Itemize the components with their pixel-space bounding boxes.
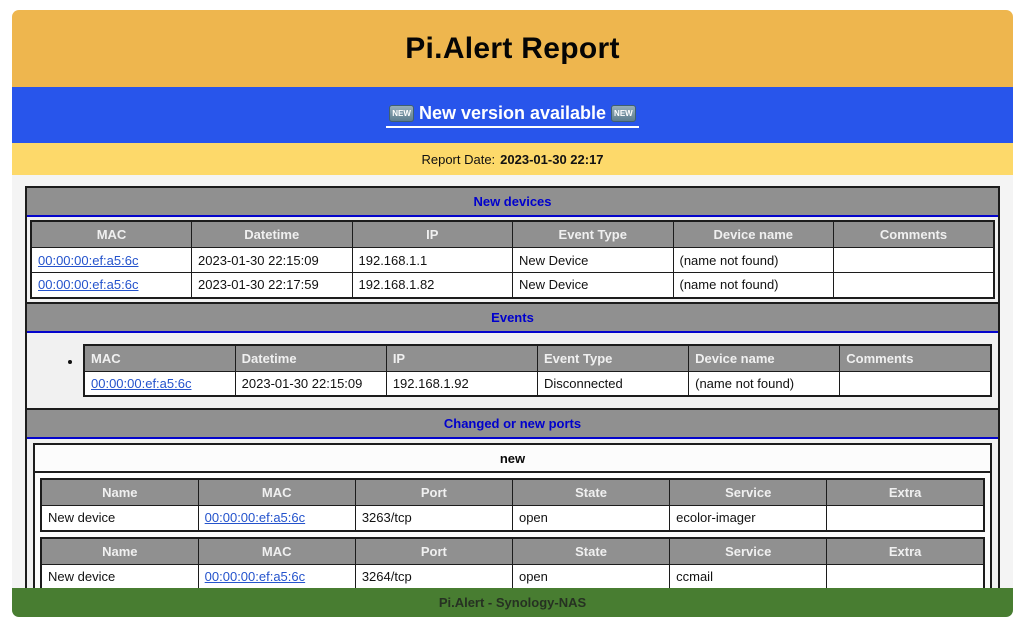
cell-mac: 00:00:00:ef:a5:6c xyxy=(84,371,235,396)
table-row: New device 00:00:00:ef:a5:6c 3263/tcp op… xyxy=(41,506,984,531)
events-table: MAC Datetime IP Event Type Device name C… xyxy=(83,344,992,398)
column-header-datetime: Datetime xyxy=(192,221,353,248)
column-header-comments: Comments xyxy=(840,345,991,372)
cell-device-name: (name not found) xyxy=(673,273,834,298)
cell-port: 3264/tcp xyxy=(355,564,512,588)
ports-table: Name MAC Port State Service Extra New de… xyxy=(40,537,985,589)
new-version-link[interactable]: NEW New version available NEW xyxy=(386,103,638,128)
ports-group-box: new Name MAC Port State Service Extra xyxy=(33,443,992,588)
table-row: New device 00:00:00:ef:a5:6c 3264/tcp op… xyxy=(41,564,984,588)
cell-datetime: 2023-01-30 22:15:09 xyxy=(235,371,386,396)
column-header-mac: MAC xyxy=(198,538,355,565)
table-header-row: MAC Datetime IP Event Type Device name C… xyxy=(84,345,991,372)
cell-extra xyxy=(827,564,984,588)
column-header-extra: Extra xyxy=(827,538,984,565)
report-header: Pi.Alert Report xyxy=(12,10,1013,87)
new-version-link-label: New version available xyxy=(419,103,606,124)
section-title-events: Events xyxy=(491,310,534,325)
ports-body: new Name MAC Port State Service Extra xyxy=(27,439,998,588)
cell-event-type: Disconnected xyxy=(537,371,688,396)
section-header-events: Events xyxy=(27,302,998,333)
section-title-ports: Changed or new ports xyxy=(444,416,581,431)
column-header-name: Name xyxy=(41,479,198,506)
list-item: MAC Datetime IP Event Type Device name C… xyxy=(83,344,996,398)
new-devices-table: MAC Datetime IP Event Type Device name C… xyxy=(30,220,995,299)
cell-mac: 00:00:00:ef:a5:6c xyxy=(31,248,192,273)
table-header-row: MAC Datetime IP Event Type Device name C… xyxy=(31,221,994,248)
cell-state: open xyxy=(512,506,669,531)
table-header-row: Name MAC Port State Service Extra xyxy=(41,538,984,565)
table-row: 00:00:00:ef:a5:6c 2023-01-30 22:15:09 19… xyxy=(31,248,994,273)
cell-port: 3263/tcp xyxy=(355,506,512,531)
cell-name: New device xyxy=(41,564,198,588)
column-header-datetime: Datetime xyxy=(235,345,386,372)
section-header-ports: Changed or new ports xyxy=(27,408,998,439)
cell-ip: 192.168.1.1 xyxy=(352,248,513,273)
cell-device-name: (name not found) xyxy=(673,248,834,273)
column-header-extra: Extra xyxy=(827,479,984,506)
mac-link[interactable]: 00:00:00:ef:a5:6c xyxy=(91,376,191,391)
update-banner: NEW New version available NEW xyxy=(12,87,1013,143)
events-list: MAC Datetime IP Event Type Device name C… xyxy=(27,344,996,398)
cell-comments xyxy=(834,248,995,273)
ports-group-label: new xyxy=(35,445,990,473)
report-date-label: Report Date: xyxy=(421,152,495,167)
report-date-value: 2023-01-30 22:17 xyxy=(500,152,603,167)
mac-link[interactable]: 00:00:00:ef:a5:6c xyxy=(38,277,138,292)
report-body: New devices MAC Datetime IP Event Type D… xyxy=(12,175,1013,588)
cell-service: ecolor-imager xyxy=(670,506,827,531)
column-header-mac: MAC xyxy=(84,345,235,372)
cell-state: open xyxy=(512,564,669,588)
section-header-new-devices: New devices xyxy=(27,188,998,217)
cell-ip: 192.168.1.82 xyxy=(352,273,513,298)
column-header-event-type: Event Type xyxy=(537,345,688,372)
sections-container: New devices MAC Datetime IP Event Type D… xyxy=(25,186,1000,588)
section-title-new-devices: New devices xyxy=(473,194,551,209)
column-header-state: State xyxy=(512,538,669,565)
cell-comments xyxy=(834,273,995,298)
column-header-service: Service xyxy=(670,479,827,506)
column-header-name: Name xyxy=(41,538,198,565)
cell-event-type: New Device xyxy=(513,273,674,298)
cell-name: New device xyxy=(41,506,198,531)
column-header-comments: Comments xyxy=(834,221,995,248)
mac-link[interactable]: 00:00:00:ef:a5:6c xyxy=(205,510,305,525)
column-header-ip: IP xyxy=(386,345,537,372)
column-header-state: State xyxy=(512,479,669,506)
cell-mac: 00:00:00:ef:a5:6c xyxy=(31,273,192,298)
table-row: 00:00:00:ef:a5:6c 2023-01-30 22:15:09 19… xyxy=(84,371,991,396)
report-footer: Pi.Alert - Synology-NAS xyxy=(12,588,1013,617)
ports-table: Name MAC Port State Service Extra New de… xyxy=(40,478,985,532)
report-date-bar: Report Date: 2023-01-30 22:17 xyxy=(12,143,1013,175)
cell-mac: 00:00:00:ef:a5:6c xyxy=(198,506,355,531)
cell-datetime: 2023-01-30 22:15:09 xyxy=(192,248,353,273)
report-card: Pi.Alert Report NEW New version availabl… xyxy=(12,10,1013,617)
column-header-device-name: Device name xyxy=(673,221,834,248)
column-header-device-name: Device name xyxy=(689,345,840,372)
column-header-service: Service xyxy=(670,538,827,565)
column-header-port: Port xyxy=(355,538,512,565)
cell-event-type: New Device xyxy=(513,248,674,273)
new-badge-icon: NEW xyxy=(389,105,414,122)
column-header-event-type: Event Type xyxy=(513,221,674,248)
mac-link[interactable]: 00:00:00:ef:a5:6c xyxy=(205,569,305,584)
column-header-port: Port xyxy=(355,479,512,506)
events-body: MAC Datetime IP Event Type Device name C… xyxy=(27,333,998,409)
footer-text: Pi.Alert - Synology-NAS xyxy=(439,595,586,610)
cell-device-name: (name not found) xyxy=(689,371,840,396)
new-badge-icon: NEW xyxy=(611,105,636,122)
column-header-mac: MAC xyxy=(198,479,355,506)
cell-ip: 192.168.1.92 xyxy=(386,371,537,396)
cell-datetime: 2023-01-30 22:17:59 xyxy=(192,273,353,298)
table-row: 00:00:00:ef:a5:6c 2023-01-30 22:17:59 19… xyxy=(31,273,994,298)
cell-service: ccmail xyxy=(670,564,827,588)
column-header-mac: MAC xyxy=(31,221,192,248)
table-header-row: Name MAC Port State Service Extra xyxy=(41,479,984,506)
cell-mac: 00:00:00:ef:a5:6c xyxy=(198,564,355,588)
column-header-ip: IP xyxy=(352,221,513,248)
mac-link[interactable]: 00:00:00:ef:a5:6c xyxy=(38,253,138,268)
cell-comments xyxy=(840,371,991,396)
page-title: Pi.Alert Report xyxy=(405,32,620,66)
cell-extra xyxy=(827,506,984,531)
